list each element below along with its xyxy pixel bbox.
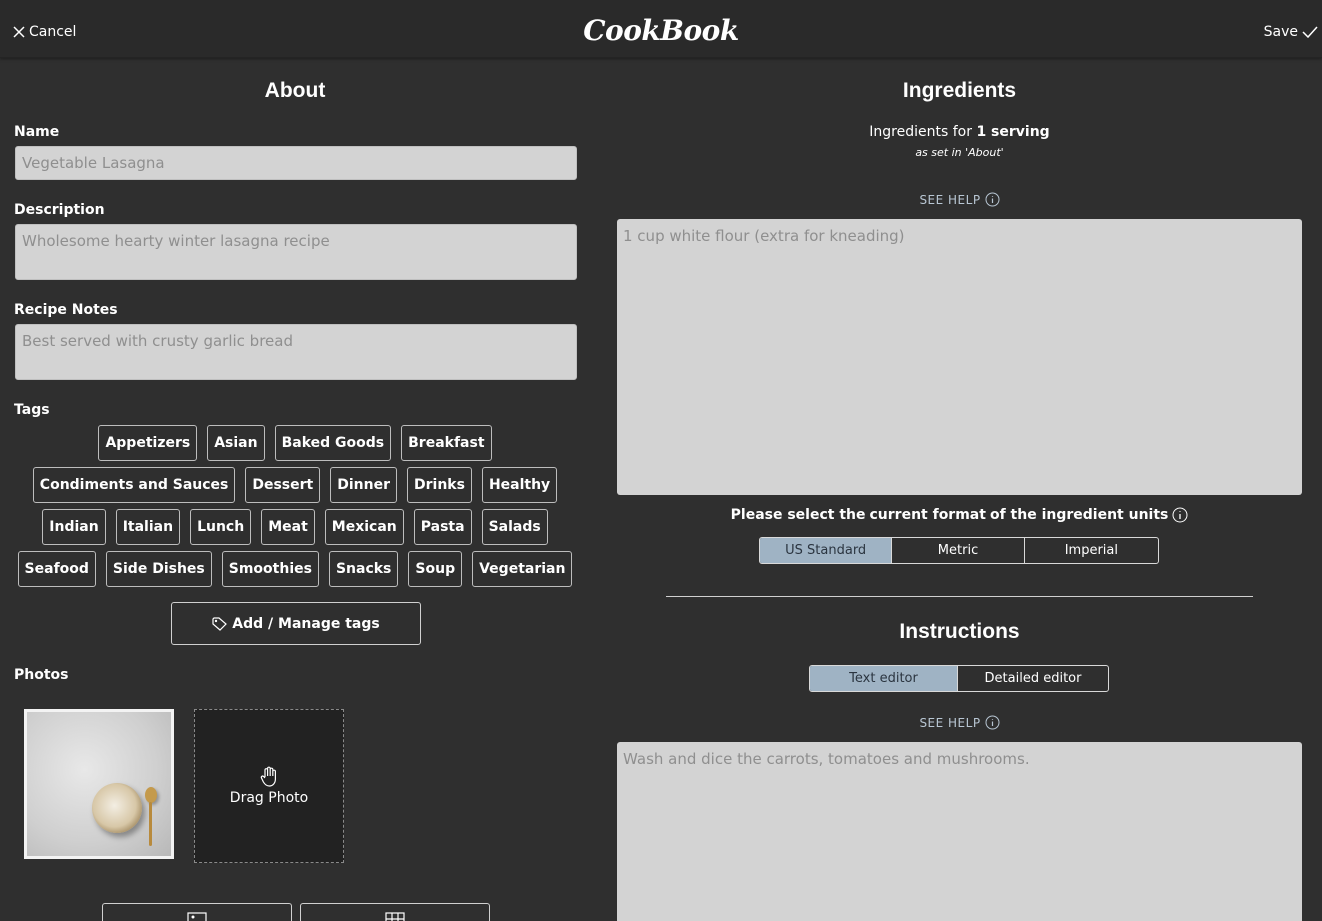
tag-icon [212, 616, 228, 631]
tag-condiments-and-sauces[interactable]: Condiments and Sauces [32, 467, 236, 503]
tag-pasta[interactable]: Pasta [413, 509, 472, 545]
section-divider [666, 596, 1253, 597]
description-label: Description [14, 202, 105, 218]
tag-snacks[interactable]: Snacks [328, 551, 399, 587]
format-us-standard[interactable]: US Standard [760, 538, 893, 563]
about-heading: About [264, 79, 326, 102]
tag-seafood[interactable]: Seafood [17, 551, 96, 587]
format-suffix: of the ingredient units [989, 507, 1169, 523]
tag-healthy[interactable]: Healthy [481, 467, 558, 503]
manage-tags-label: Add / Manage tags [232, 615, 380, 632]
see-help-label: SEE HELP [919, 192, 981, 207]
tag-dinner[interactable]: Dinner [330, 467, 397, 503]
spoon-image [145, 787, 157, 803]
ingredients-servings-text: Ingredients for 1 serving [617, 124, 1302, 140]
name-input[interactable]: Vegetable Lasagna [15, 146, 577, 180]
ingredients-textarea[interactable]: 1 cup white flour (extra for kneading) [617, 219, 1302, 495]
save-button[interactable]: Save [1264, 22, 1318, 42]
tag-appetizers[interactable]: Appetizers [98, 425, 198, 461]
drag-photo-label: Drag Photo [229, 790, 309, 806]
tag-indian[interactable]: Indian [42, 509, 106, 545]
bowl-image [92, 783, 142, 833]
tag-mexican[interactable]: Mexican [324, 509, 404, 545]
recipe-photo[interactable] [24, 709, 174, 859]
tags-label: Tags [14, 402, 50, 418]
hand-icon [260, 766, 276, 787]
tag-meat[interactable]: Meat [261, 509, 315, 545]
tag-dessert[interactable]: Dessert [245, 467, 321, 503]
text-editor-tab[interactable]: Text editor [810, 666, 959, 691]
recipe-notes-field[interactable]: Best served with crusty garlic bread [15, 324, 577, 380]
spoon-handle [149, 802, 152, 846]
format-bold: current format [869, 507, 986, 523]
photos-label: Photos [14, 667, 69, 683]
servings-value: 1 serving [976, 124, 1050, 140]
image-icon [187, 911, 207, 921]
info-icon [985, 715, 1000, 730]
info-icon [985, 192, 1000, 207]
manage-tags-button[interactable]: Add / Manage tags [171, 602, 421, 645]
ingredients-heading: Ingredients [902, 79, 1017, 102]
save-label: Save [1263, 24, 1298, 40]
editor-toggle: Text editor Detailed editor [809, 665, 1109, 692]
format-prefix: Please select the [730, 507, 866, 523]
info-icon [1172, 507, 1188, 523]
tag-asian[interactable]: Asian [207, 425, 265, 461]
unit-format-label: Please select the current format of the … [617, 507, 1302, 523]
tag-soup[interactable]: Soup [408, 551, 463, 587]
description-field[interactable]: Wholesome hearty winter lasagna recipe [15, 224, 577, 280]
instructions-textarea[interactable]: Wash and dice the carrots, tomatoes and … [617, 742, 1302, 921]
ingredients-see-help[interactable]: SEE HELP [617, 192, 1302, 207]
unit-format-toggle: US Standard Metric Imperial [759, 537, 1159, 564]
format-imperial[interactable]: Imperial [1025, 538, 1158, 563]
recipe-notes-label: Recipe Notes [14, 302, 118, 318]
photo-dropzone[interactable]: Drag Photo [194, 709, 344, 863]
tag-lunch[interactable]: Lunch [190, 509, 252, 545]
tag-list: Appetizers Asian Baked Goods Breakfast C… [14, 425, 576, 587]
detailed-editor-tab[interactable]: Detailed editor [958, 666, 1108, 691]
tag-smoothies[interactable]: Smoothies [221, 551, 319, 587]
tag-baked-goods[interactable]: Baked Goods [274, 425, 392, 461]
top-bar: Cancel CookBook Save [0, 0, 1322, 58]
ingredients-for-prefix: Ingredients for [869, 124, 972, 140]
tag-salads[interactable]: Salads [481, 509, 548, 545]
app-logo: CookBook [583, 14, 739, 47]
name-label: Name [14, 124, 60, 140]
instructions-heading: Instructions [899, 620, 1020, 643]
servings-note: as set in 'About' [915, 146, 1004, 159]
format-metric[interactable]: Metric [892, 538, 1025, 563]
tag-side-dishes[interactable]: Side Dishes [105, 551, 212, 587]
grid-icon [385, 911, 405, 921]
tag-drinks[interactable]: Drinks [407, 467, 472, 503]
tag-breakfast[interactable]: Breakfast [401, 425, 492, 461]
tag-italian[interactable]: Italian [115, 509, 181, 545]
see-help-label: SEE HELP [919, 715, 981, 730]
tag-vegetarian[interactable]: Vegetarian [472, 551, 573, 587]
upload-photo-button[interactable] [102, 903, 292, 921]
instructions-see-help[interactable]: SEE HELP [617, 715, 1302, 730]
gallery-photo-button[interactable] [300, 903, 490, 921]
check-icon [1302, 26, 1318, 38]
